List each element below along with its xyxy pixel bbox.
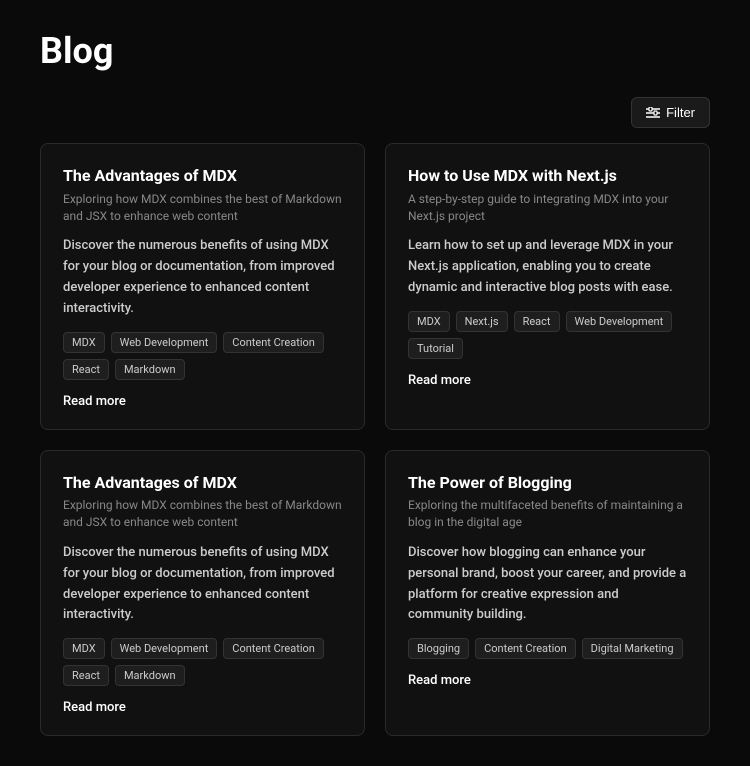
card-description: Discover the numerous benefits of using … — [63, 543, 342, 626]
page-header: Blog — [0, 0, 750, 87]
tag: Web Development — [566, 311, 673, 332]
tag: Markdown — [115, 665, 185, 686]
card-4: The Power of Blogging Exploring the multi… — [385, 450, 710, 737]
cards-grid: The Advantages of MDX Exploring how MDX c… — [0, 143, 750, 766]
read-more-link[interactable]: Read more — [63, 700, 342, 715]
read-more-link[interactable]: Read more — [408, 673, 687, 688]
filter-label: Filter — [666, 105, 695, 120]
tag: Web Development — [111, 638, 218, 659]
tag: MDX — [408, 311, 450, 332]
card-tags: MDX Next.js React Web Development Tutorial — [408, 311, 687, 359]
tag: Tutorial — [408, 338, 463, 359]
card-title: The Power of Blogging — [408, 473, 687, 494]
card-subtitle: A step-by-step guide to integrating MDX … — [408, 191, 687, 225]
tag: Content Creation — [223, 332, 324, 353]
tag: Content Creation — [475, 638, 576, 659]
card-1: The Advantages of MDX Exploring how MDX c… — [40, 143, 365, 430]
tag: Next.js — [456, 311, 508, 332]
card-title: How to Use MDX with Next.js — [408, 166, 687, 187]
card-tags: MDX Web DevelopmentContent Creation React M… — [63, 332, 342, 380]
toolbar: Filter — [0, 87, 750, 143]
tag: MDX — [63, 638, 105, 659]
filter-button[interactable]: Filter — [631, 97, 710, 128]
tag: Digital Marketing — [582, 638, 683, 659]
tag: Web Development — [111, 332, 218, 353]
tag: React — [63, 665, 109, 686]
card-description: Learn how to set up and leverage MDX in … — [408, 236, 687, 298]
read-more-link[interactable]: Read more — [63, 394, 342, 409]
card-description: Discover the numerous benefits of using … — [63, 236, 342, 319]
card-subtitle: Exploring the multifaceted benefits of m… — [408, 497, 687, 531]
tag: Blogging — [408, 638, 469, 659]
page-title: Blog — [40, 30, 710, 72]
card-title: The Advantages of MDX — [63, 166, 342, 187]
tag: Markdown — [115, 359, 185, 380]
card-2: How to Use MDX with Next.js A step-by-ste… — [385, 143, 710, 430]
tag: Content Creation — [223, 638, 324, 659]
card-subtitle: Exploring how MDX combines the best of M… — [63, 497, 342, 531]
tag: MDX — [63, 332, 105, 353]
card-description: Discover how blogging can enhance your p… — [408, 543, 687, 626]
tag: React — [63, 359, 109, 380]
card-tags: Blogging Content Creation Digital Marketin… — [408, 638, 687, 659]
card-subtitle: Exploring how MDX combines the best of M… — [63, 191, 342, 225]
card-tags: MDX Web DevelopmentContent Creation React M… — [63, 638, 342, 686]
tag: React — [514, 311, 560, 332]
filter-icon — [646, 107, 660, 119]
card-3: The Advantages of MDX Exploring how MDX c… — [40, 450, 365, 737]
read-more-link[interactable]: Read more — [408, 373, 687, 388]
card-title: The Advantages of MDX — [63, 473, 342, 494]
